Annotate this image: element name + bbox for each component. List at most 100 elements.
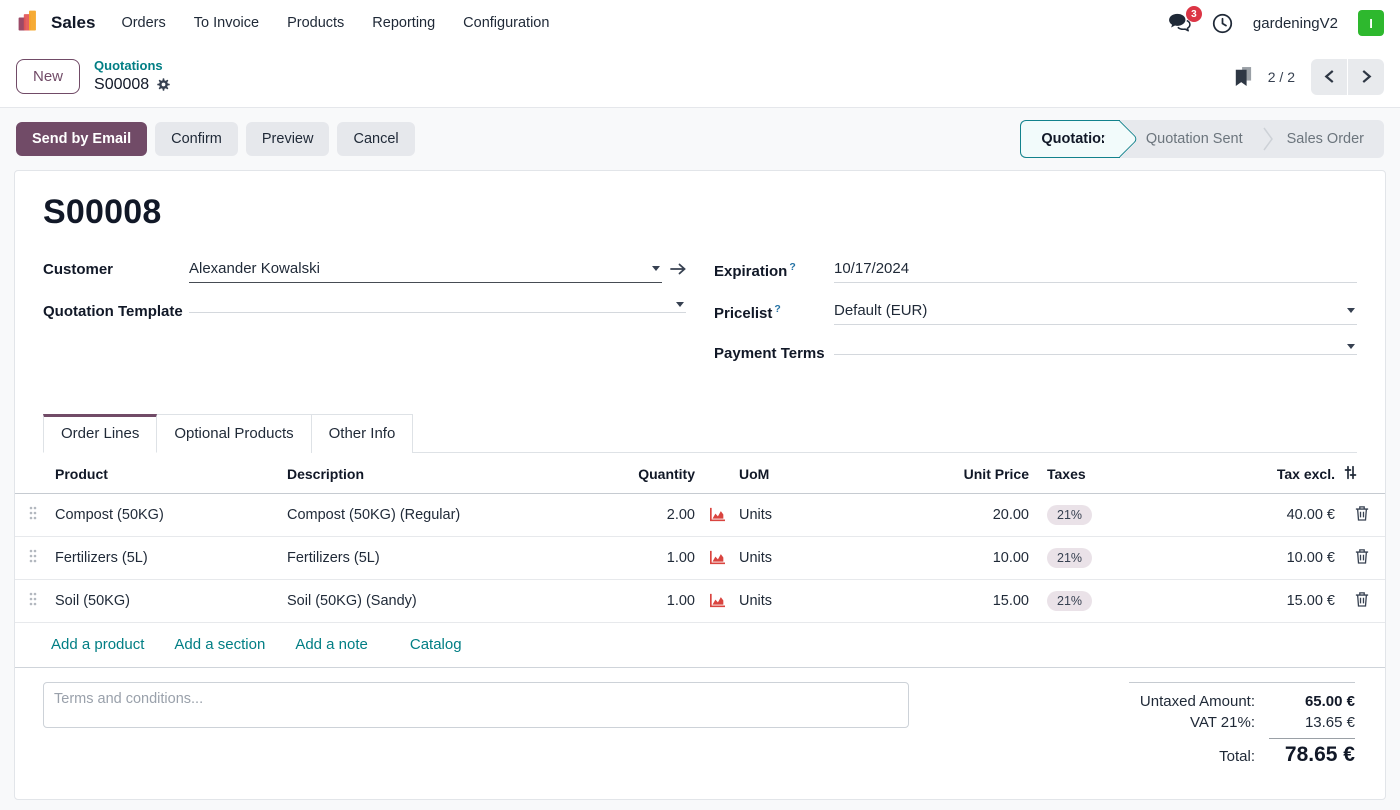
quotation-template-field[interactable] xyxy=(189,300,686,313)
cell-description[interactable]: Fertilizers (5L) xyxy=(283,537,615,580)
terms-and-conditions-input[interactable] xyxy=(43,682,909,728)
cell-quantity[interactable]: 1.00 xyxy=(615,580,699,623)
order-line-actions: Add a product Add a section Add a note C… xyxy=(15,623,1385,668)
delete-row-icon[interactable] xyxy=(1339,537,1385,580)
main-menu: Orders To Invoice Products Reporting Con… xyxy=(121,15,549,31)
cell-unit-price[interactable]: 10.00 xyxy=(903,537,1033,580)
tax-badge[interactable]: 21% xyxy=(1047,591,1092,611)
pricelist-field[interactable]: Default (EUR) xyxy=(834,300,1357,325)
forecast-icon[interactable] xyxy=(699,537,735,580)
delete-row-icon[interactable] xyxy=(1339,580,1385,623)
col-quantity[interactable]: Quantity xyxy=(615,453,699,494)
status-bar: Quotation Quotation Sent Sales Order xyxy=(1020,120,1384,158)
forecast-icon[interactable] xyxy=(699,580,735,623)
payment-terms-field[interactable] xyxy=(834,342,1357,355)
untaxed-amount-label: Untaxed Amount: xyxy=(1140,693,1255,710)
status-step-quotation-sent[interactable]: Quotation Sent xyxy=(1120,120,1263,158)
menu-products[interactable]: Products xyxy=(287,15,344,31)
order-line-row[interactable]: Soil (50KG) Soil (50KG) (Sandy) 1.00 Uni… xyxy=(15,580,1385,623)
tab-other-info[interactable]: Other Info xyxy=(312,414,414,453)
status-step-separator xyxy=(1263,127,1273,151)
cell-uom[interactable]: Units xyxy=(735,580,903,623)
order-line-row[interactable]: Compost (50KG) Compost (50KG) (Regular) … xyxy=(15,494,1385,537)
tax-badge[interactable]: 21% xyxy=(1047,505,1092,525)
sales-app-logo-icon xyxy=(16,8,42,38)
gear-icon[interactable] xyxy=(156,77,171,92)
caret-down-icon xyxy=(1347,308,1355,313)
total-label: Total: xyxy=(1219,748,1255,765)
drag-handle-icon[interactable] xyxy=(15,494,51,537)
cell-subtotal: 40.00 € xyxy=(1161,494,1339,537)
status-step-sales-order[interactable]: Sales Order xyxy=(1273,120,1384,158)
status-step-quotation[interactable]: Quotation xyxy=(1020,120,1119,158)
catalog-link[interactable]: Catalog xyxy=(410,636,462,653)
tax-badge[interactable]: 21% xyxy=(1047,548,1092,568)
col-product[interactable]: Product xyxy=(51,453,283,494)
help-icon: ? xyxy=(774,303,780,315)
confirm-button[interactable]: Confirm xyxy=(155,122,238,156)
expiration-field[interactable]: 10/17/2024 xyxy=(834,258,1357,283)
order-line-row[interactable]: Fertilizers (5L) Fertilizers (5L) 1.00 U… xyxy=(15,537,1385,580)
menu-orders[interactable]: Orders xyxy=(121,15,165,31)
app-name[interactable]: Sales xyxy=(51,13,95,33)
cell-description[interactable]: Soil (50KG) (Sandy) xyxy=(283,580,615,623)
new-button[interactable]: New xyxy=(16,59,80,94)
caret-down-icon xyxy=(1347,344,1355,349)
avatar[interactable]: I xyxy=(1358,10,1384,36)
pager-previous-button[interactable] xyxy=(1311,59,1347,95)
col-subtotal[interactable]: Tax excl. xyxy=(1161,453,1339,494)
col-description[interactable]: Description xyxy=(283,453,615,494)
cell-unit-price[interactable]: 20.00 xyxy=(903,494,1033,537)
cell-quantity[interactable]: 2.00 xyxy=(615,494,699,537)
drag-handle-icon[interactable] xyxy=(15,580,51,623)
send-by-email-button[interactable]: Send by Email xyxy=(16,122,147,156)
col-uom[interactable]: UoM xyxy=(735,453,903,494)
user-name[interactable]: gardeningV2 xyxy=(1253,15,1338,32)
drag-handle-icon[interactable] xyxy=(15,537,51,580)
menu-configuration[interactable]: Configuration xyxy=(463,15,549,31)
tab-order-lines[interactable]: Order Lines xyxy=(43,414,157,453)
col-taxes[interactable]: Taxes xyxy=(1033,453,1161,494)
top-nav: Sales Orders To Invoice Products Reporti… xyxy=(0,0,1400,46)
col-unit-price[interactable]: Unit Price xyxy=(903,453,1033,494)
quotation-template-label: Quotation Template xyxy=(43,300,189,320)
cancel-button[interactable]: Cancel xyxy=(337,122,414,156)
messages-icon[interactable]: 3 xyxy=(1168,13,1192,33)
quotation-sheet: S00008 Customer Alexander Kowalski xyxy=(14,170,1386,800)
add-product-link[interactable]: Add a product xyxy=(51,636,144,653)
caret-down-icon xyxy=(676,302,684,307)
cell-unit-price[interactable]: 15.00 xyxy=(903,580,1033,623)
expiration-label: Expiration? xyxy=(714,258,834,280)
cell-product[interactable]: Fertilizers (5L) xyxy=(51,537,283,580)
cell-subtotal: 15.00 € xyxy=(1161,580,1339,623)
notebook-tabs: Order Lines Optional Products Other Info xyxy=(43,413,1357,453)
delete-row-icon[interactable] xyxy=(1339,494,1385,537)
bookmark-icon[interactable] xyxy=(1234,66,1252,87)
cell-product[interactable]: Compost (50KG) xyxy=(51,494,283,537)
menu-reporting[interactable]: Reporting xyxy=(372,15,435,31)
cell-description[interactable]: Compost (50KG) (Regular) xyxy=(283,494,615,537)
app-switcher[interactable]: Sales xyxy=(16,8,95,38)
cell-subtotal: 10.00 € xyxy=(1161,537,1339,580)
breadcrumb-current: S00008 xyxy=(94,75,149,95)
cell-uom[interactable]: Units xyxy=(735,494,903,537)
forecast-icon[interactable] xyxy=(699,494,735,537)
pager-next-button[interactable] xyxy=(1348,59,1384,95)
tab-optional-products[interactable]: Optional Products xyxy=(157,414,311,453)
menu-to-invoice[interactable]: To Invoice xyxy=(194,15,259,31)
cell-uom[interactable]: Units xyxy=(735,537,903,580)
activities-clock-icon[interactable] xyxy=(1212,13,1233,34)
chatter-bar: Send message Log note Activities 2 Follo… xyxy=(0,800,1400,810)
cell-quantity[interactable]: 1.00 xyxy=(615,537,699,580)
totals-block: Untaxed Amount: 65.00 € VAT 21%: 13.65 €… xyxy=(1129,682,1355,769)
customer-internal-link-icon[interactable] xyxy=(670,260,686,282)
breadcrumb: Quotations S00008 xyxy=(94,58,171,94)
cell-product[interactable]: Soil (50KG) xyxy=(51,580,283,623)
optional-columns-icon[interactable] xyxy=(1339,453,1385,494)
preview-button[interactable]: Preview xyxy=(246,122,330,156)
add-note-link[interactable]: Add a note xyxy=(295,636,368,653)
add-section-link[interactable]: Add a section xyxy=(174,636,265,653)
breadcrumb-quotations[interactable]: Quotations xyxy=(94,58,171,74)
customer-field[interactable]: Alexander Kowalski xyxy=(189,258,662,283)
vat-label: VAT 21%: xyxy=(1190,714,1255,731)
